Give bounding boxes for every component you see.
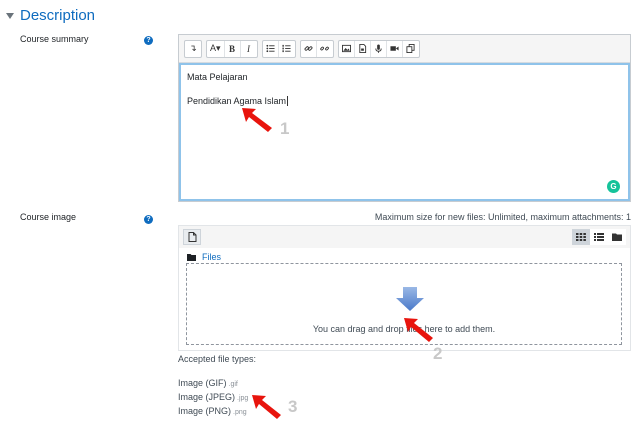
- link-icon: [304, 46, 312, 51]
- microphone-icon: [374, 44, 382, 53]
- annotation-arrow-3: [252, 395, 281, 419]
- toolbar-toggle-button[interactable]: ↴: [185, 41, 201, 57]
- italic-button[interactable]: I: [241, 41, 257, 57]
- manage-files-button[interactable]: [403, 41, 419, 57]
- annotation-marker-3: 3: [288, 397, 298, 416]
- text-cursor: [287, 96, 289, 106]
- grid-view-icon: [576, 233, 586, 241]
- course-summary-label: Course summary: [20, 34, 89, 44]
- section-header-description[interactable]: Description: [6, 7, 95, 24]
- file-type-item: Image (JPEG) .jpg: [178, 392, 249, 402]
- insert-image-button[interactable]: [339, 40, 355, 57]
- record-audio-button[interactable]: [371, 40, 387, 57]
- grammarly-icon[interactable]: G: [607, 180, 620, 193]
- annotation-arrow-1: [242, 108, 272, 132]
- folder-icon: [187, 253, 196, 261]
- numbered-list-icon: [282, 44, 291, 53]
- accepted-types-title: Accepted file types:: [178, 354, 257, 364]
- max-size-info: Maximum size for new files: Unlimited, m…: [374, 212, 631, 222]
- help-icon[interactable]: ?: [144, 36, 153, 45]
- record-video-button[interactable]: [387, 40, 403, 57]
- file-manager-toolbar: [179, 226, 630, 248]
- copy-files-icon: [406, 44, 415, 53]
- bullet-list-icon: [265, 44, 275, 53]
- document-media-icon: [358, 44, 366, 53]
- icon-view-button[interactable]: [572, 229, 590, 245]
- section-title: Description: [20, 7, 96, 24]
- file-type-item: Image (PNG) .png: [178, 406, 247, 416]
- help-icon[interactable]: ?: [144, 215, 153, 224]
- breadcrumb-files-link[interactable]: Files: [202, 252, 221, 262]
- summary-line-1: Mata Pelajaran: [187, 72, 248, 82]
- link-button[interactable]: [301, 40, 317, 57]
- annotation-marker-2: 2: [433, 344, 443, 363]
- insert-media-button[interactable]: [355, 40, 371, 57]
- image-icon: [341, 44, 351, 53]
- unlink-button[interactable]: [317, 41, 333, 57]
- font-style-button[interactable]: A▾: [207, 40, 225, 57]
- collapse-caret-icon[interactable]: [6, 13, 14, 19]
- annotation-marker-1: 1: [280, 119, 290, 138]
- file-type-item: Image (GIF) .gif: [178, 378, 238, 388]
- annotation-arrow-2: [404, 318, 433, 342]
- unordered-list-button[interactable]: [263, 40, 279, 57]
- list-view-button[interactable]: [590, 229, 608, 245]
- bold-button[interactable]: B: [225, 40, 241, 57]
- add-file-button[interactable]: [183, 229, 201, 245]
- tree-view-button[interactable]: [608, 229, 626, 245]
- editor-toolbar: ↴ A▾ B I: [179, 35, 630, 63]
- course-image-label: Course image: [20, 212, 77, 222]
- folder-view-icon: [612, 233, 622, 241]
- drop-arrow-icon: [396, 287, 424, 311]
- file-icon: [188, 232, 196, 242]
- list-view-icon: [594, 233, 604, 241]
- ordered-list-button[interactable]: [279, 41, 295, 57]
- video-camera-icon: [389, 46, 399, 51]
- unlink-icon: [320, 46, 329, 51]
